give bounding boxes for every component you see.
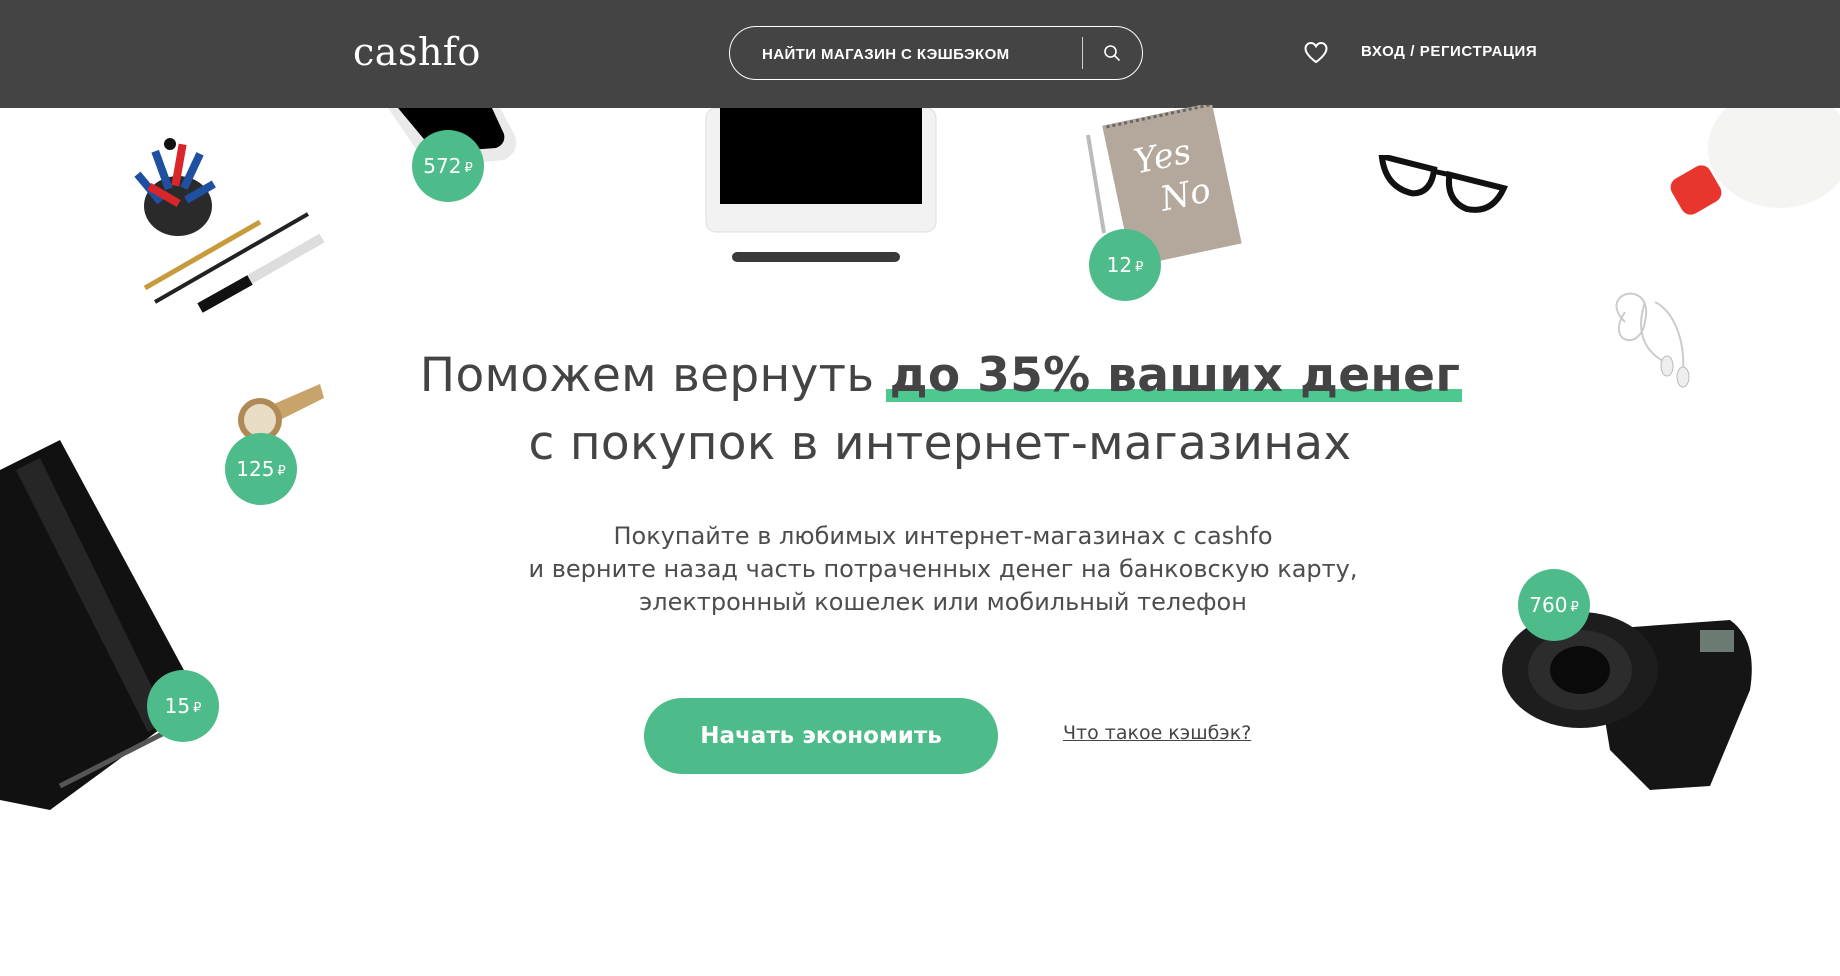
top-header: cashfo ВХОД / РЕГИСТРАЦИЯ [0,0,1840,108]
hero-subtitle: Покупайте в любимых интернет-магазинах с… [0,520,1840,619]
badge-value: 12 [1106,253,1133,277]
search-box [729,26,1143,80]
subtitle-line: Покупайте в любимых интернет-магазинах с… [613,522,1273,550]
currency-sign: ₽ [1135,259,1144,275]
teapot-image [1670,108,1840,215]
heart-icon [1304,41,1328,64]
search-button[interactable] [1092,35,1132,71]
login-register-link[interactable]: ВХОД / РЕГИСТРАЦИЯ [1361,43,1537,60]
currency-sign: ₽ [193,700,202,716]
black-notepad-image [0,440,200,810]
logo[interactable]: cashfo [353,30,481,74]
badge-value: 572 [423,154,462,178]
glasses-image [1378,155,1508,213]
headline-line2: с покупок в интернет-магазинах [528,416,1352,471]
tablet-image [705,108,937,262]
currency-sign: ₽ [464,160,473,176]
headline-highlight: до 35% ваших денег [885,342,1462,410]
search-divider [1082,37,1083,69]
start-saving-button[interactable]: Начать экономить [644,698,998,774]
pen-holder-image [134,138,325,313]
subtitle-line: электронный кошелек или мобильный телефо… [639,588,1247,616]
subtitle-line: и верните назад часть потраченных денег … [528,555,1358,583]
search-input[interactable] [760,42,1064,66]
what-is-cashback-link[interactable]: Что такое кэшбэк? [1063,722,1251,744]
price-badge-notepad: 15 ₽ [147,670,219,742]
favorites-button[interactable] [1303,40,1329,66]
price-badge-notebook: 12 ₽ [1089,229,1161,301]
headline-prefix: Поможем вернуть [419,348,875,403]
badge-value: 15 [164,694,191,718]
hero-headline: Поможем вернуть до 35% ваших денег с пок… [0,342,1840,478]
search-icon [1104,45,1120,61]
price-badge-phone: 572 ₽ [412,130,484,202]
